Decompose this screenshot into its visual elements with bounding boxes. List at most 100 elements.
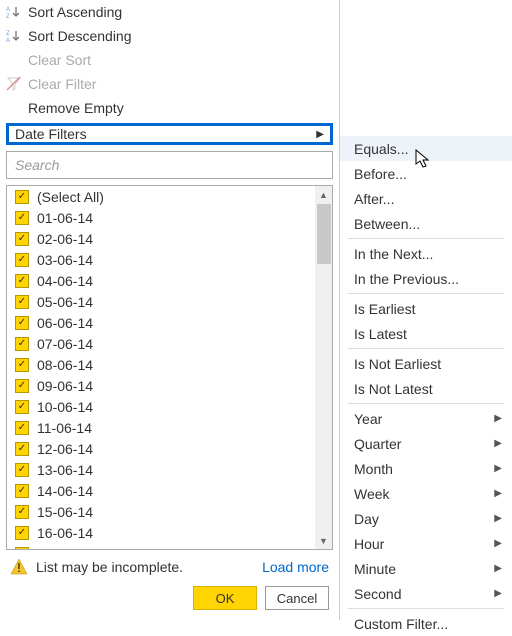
chevron-right-icon: ▶	[494, 463, 502, 474]
remove-empty-item[interactable]: Remove Empty	[0, 96, 339, 120]
checkbox[interactable]	[15, 463, 29, 477]
submenu-month[interactable]: Month▶	[340, 456, 512, 481]
scroll-down-icon[interactable]: ▼	[315, 532, 332, 549]
list-item[interactable]: 12-06-14	[7, 438, 314, 459]
list-item-label: 09-06-14	[37, 378, 93, 394]
submenu-is-not-latest[interactable]: Is Not Latest	[340, 376, 512, 401]
list-item[interactable]: 01-06-14	[7, 207, 314, 228]
sort-desc-label: Sort Descending	[28, 28, 132, 44]
date-filters-submenu: Equals... Before... After... Between... …	[340, 0, 512, 620]
list-item[interactable]: 04-06-14	[7, 270, 314, 291]
submenu-hour[interactable]: Hour▶	[340, 531, 512, 556]
checkbox[interactable]	[15, 442, 29, 456]
svg-text:A: A	[6, 7, 10, 13]
chevron-right-icon: ▶	[494, 588, 502, 599]
chevron-right-icon: ▶	[494, 413, 502, 424]
list-item-label: 08-06-14	[37, 357, 93, 373]
sort-asc-label: Sort Ascending	[28, 4, 122, 20]
checkbox[interactable]	[15, 484, 29, 498]
checkbox[interactable]	[15, 421, 29, 435]
submenu-week[interactable]: Week▶	[340, 481, 512, 506]
list-item[interactable]: 03-06-14	[7, 249, 314, 270]
chevron-right-icon: ▶	[494, 563, 502, 574]
scroll-up-icon[interactable]: ▲	[315, 186, 332, 203]
checkbox[interactable]	[15, 190, 29, 204]
checkbox[interactable]	[15, 358, 29, 372]
submenu-quarter[interactable]: Quarter▶	[340, 431, 512, 456]
submenu-in-next[interactable]: In the Next...	[340, 241, 512, 266]
list-item[interactable]: 17-06-14	[7, 543, 314, 549]
checkbox[interactable]	[15, 400, 29, 414]
submenu-custom-filter[interactable]: Custom Filter...	[340, 611, 512, 636]
list-item-label: (Select All)	[37, 189, 104, 205]
list-item[interactable]: 13-06-14	[7, 459, 314, 480]
checkbox[interactable]	[15, 505, 29, 519]
list-item[interactable]: (Select All)	[7, 186, 314, 207]
submenu-is-earliest[interactable]: Is Earliest	[340, 296, 512, 321]
list-item[interactable]: 05-06-14	[7, 291, 314, 312]
list-item[interactable]: 16-06-14	[7, 522, 314, 543]
clear-filter-label: Clear Filter	[28, 76, 96, 92]
submenu-year[interactable]: Year▶	[340, 406, 512, 431]
submenu-minute[interactable]: Minute▶	[340, 556, 512, 581]
ok-button[interactable]: OK	[193, 586, 257, 610]
sort-descending-item[interactable]: Z A Sort Descending	[0, 24, 339, 48]
footer-row: List may be incomplete. Load more	[0, 550, 339, 580]
list-item-label: 04-06-14	[37, 273, 93, 289]
list-item[interactable]: 10-06-14	[7, 396, 314, 417]
checkbox[interactable]	[15, 547, 29, 550]
checkbox[interactable]	[15, 295, 29, 309]
svg-text:Z: Z	[6, 31, 10, 37]
search-input[interactable]	[6, 151, 333, 179]
submenu-in-previous[interactable]: In the Previous...	[340, 266, 512, 291]
sort-ascending-item[interactable]: A Z Sort Ascending	[0, 0, 339, 24]
submenu-before[interactable]: Before...	[340, 161, 512, 186]
checkbox[interactable]	[15, 379, 29, 393]
load-more-link[interactable]: Load more	[262, 559, 329, 575]
submenu-day[interactable]: Day▶	[340, 506, 512, 531]
submenu-is-not-earliest[interactable]: Is Not Earliest	[340, 351, 512, 376]
chevron-right-icon: ▶	[494, 488, 502, 499]
chevron-right-icon: ▶	[494, 538, 502, 549]
list-item[interactable]: 07-06-14	[7, 333, 314, 354]
clear-filter-icon	[6, 76, 22, 92]
list-item-label: 13-06-14	[37, 462, 93, 478]
submenu-equals[interactable]: Equals...	[340, 136, 512, 161]
spacer-icon	[6, 100, 22, 116]
list-item[interactable]: 06-06-14	[7, 312, 314, 333]
submenu-second[interactable]: Second▶	[340, 581, 512, 606]
checkbox[interactable]	[15, 253, 29, 267]
clear-filter-item: Clear Filter	[0, 72, 339, 96]
checkbox[interactable]	[15, 316, 29, 330]
svg-text:Z: Z	[6, 14, 10, 20]
checkbox[interactable]	[15, 211, 29, 225]
warning-icon	[10, 558, 28, 576]
date-filters-item[interactable]: Date Filters ▶	[6, 123, 333, 145]
checkbox[interactable]	[15, 526, 29, 540]
list-item[interactable]: 14-06-14	[7, 480, 314, 501]
date-filters-label: Date Filters	[15, 126, 87, 142]
filter-menu-panel: A Z Sort Ascending Z A Sort Descending C…	[0, 0, 340, 620]
remove-empty-label: Remove Empty	[28, 100, 124, 116]
svg-text:A: A	[6, 38, 10, 44]
cancel-button[interactable]: Cancel	[265, 586, 329, 610]
list-item-label: 03-06-14	[37, 252, 93, 268]
warning-text: List may be incomplete.	[36, 559, 183, 575]
list-item-label: 15-06-14	[37, 504, 93, 520]
scrollbar[interactable]: ▲ ▼	[315, 186, 332, 549]
list-item-label: 17-06-14	[37, 546, 93, 550]
submenu-between[interactable]: Between...	[340, 211, 512, 236]
list-item[interactable]: 02-06-14	[7, 228, 314, 249]
submenu-after[interactable]: After...	[340, 186, 512, 211]
sort-desc-icon: Z A	[6, 28, 22, 44]
list-item[interactable]: 09-06-14	[7, 375, 314, 396]
list-item[interactable]: 15-06-14	[7, 501, 314, 522]
chevron-right-icon: ▶	[494, 513, 502, 524]
checkbox[interactable]	[15, 337, 29, 351]
submenu-is-latest[interactable]: Is Latest	[340, 321, 512, 346]
checkbox[interactable]	[15, 274, 29, 288]
list-item[interactable]: 08-06-14	[7, 354, 314, 375]
list-item[interactable]: 11-06-14	[7, 417, 314, 438]
checkbox[interactable]	[15, 232, 29, 246]
scroll-thumb[interactable]	[317, 204, 331, 264]
